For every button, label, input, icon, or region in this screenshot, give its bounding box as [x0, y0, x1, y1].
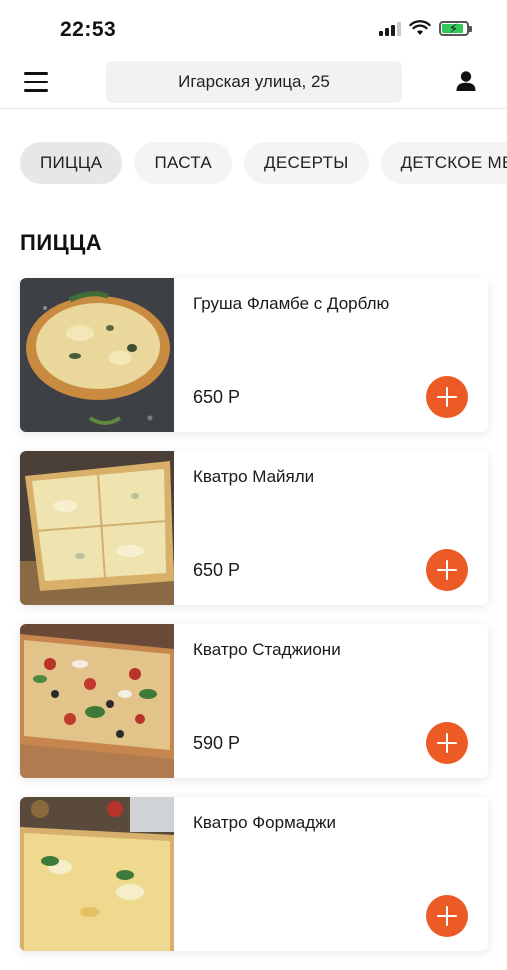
section-title: ПИЦЦА — [20, 230, 103, 255]
battery-icon: ⚡ — [439, 20, 472, 36]
tab-pizza[interactable]: ПИЦЦА — [20, 142, 123, 184]
product-image — [20, 451, 174, 605]
address-selector[interactable]: Игарская улица, 25 — [106, 61, 402, 103]
product-price: 650 Р — [193, 560, 241, 580]
product-image — [20, 278, 174, 432]
status-time: 22:53 — [60, 18, 117, 41]
add-to-cart-button[interactable] — [426, 895, 468, 937]
wifi-icon — [409, 20, 431, 35]
tab-kids-menu[interactable]: ДЕТСКОЕ МЕНЮ — [380, 142, 507, 184]
product-name: Кватро Стаджиони — [193, 640, 341, 659]
product-price: 650 Р — [193, 387, 241, 407]
product-card[interactable]: Кватро Стаджиони 590 Р — [20, 624, 488, 778]
app-header: Игарская улица, 25 — [0, 58, 507, 109]
add-to-cart-button[interactable] — [426, 549, 468, 591]
product-card[interactable]: Кватро Формаджи — [20, 797, 488, 951]
tab-pasta[interactable]: ПАСТА — [134, 142, 232, 184]
product-name: Груша Фламбе с Дорблю — [193, 294, 390, 313]
hamburger-menu-icon[interactable] — [24, 72, 48, 92]
category-tabs: ПИЦЦА ПАСТА ДЕСЕРТЫ ДЕТСКОЕ МЕНЮ — [20, 142, 507, 186]
add-to-cart-button[interactable] — [426, 376, 468, 418]
product-card[interactable]: Кватро Майяли 650 Р — [20, 451, 488, 605]
status-bar: 22:53 ⚡ — [0, 0, 507, 60]
add-to-cart-button[interactable] — [426, 722, 468, 764]
product-name: Кватро Формаджи — [193, 813, 337, 832]
product-image — [20, 624, 174, 778]
product-card[interactable]: Груша Фламбе с Дорблю 650 Р — [20, 278, 488, 432]
product-image — [20, 797, 174, 951]
product-price: 590 Р — [193, 733, 241, 753]
tab-desserts[interactable]: ДЕСЕРТЫ — [244, 142, 369, 184]
signal-icon — [379, 20, 401, 36]
status-icons: ⚡ — [379, 20, 472, 36]
product-list: Груша Фламбе с Дорблю 650 Р Кватро Майял… — [20, 278, 488, 970]
product-name: Кватро Майяли — [193, 467, 315, 486]
user-icon[interactable] — [455, 70, 477, 92]
